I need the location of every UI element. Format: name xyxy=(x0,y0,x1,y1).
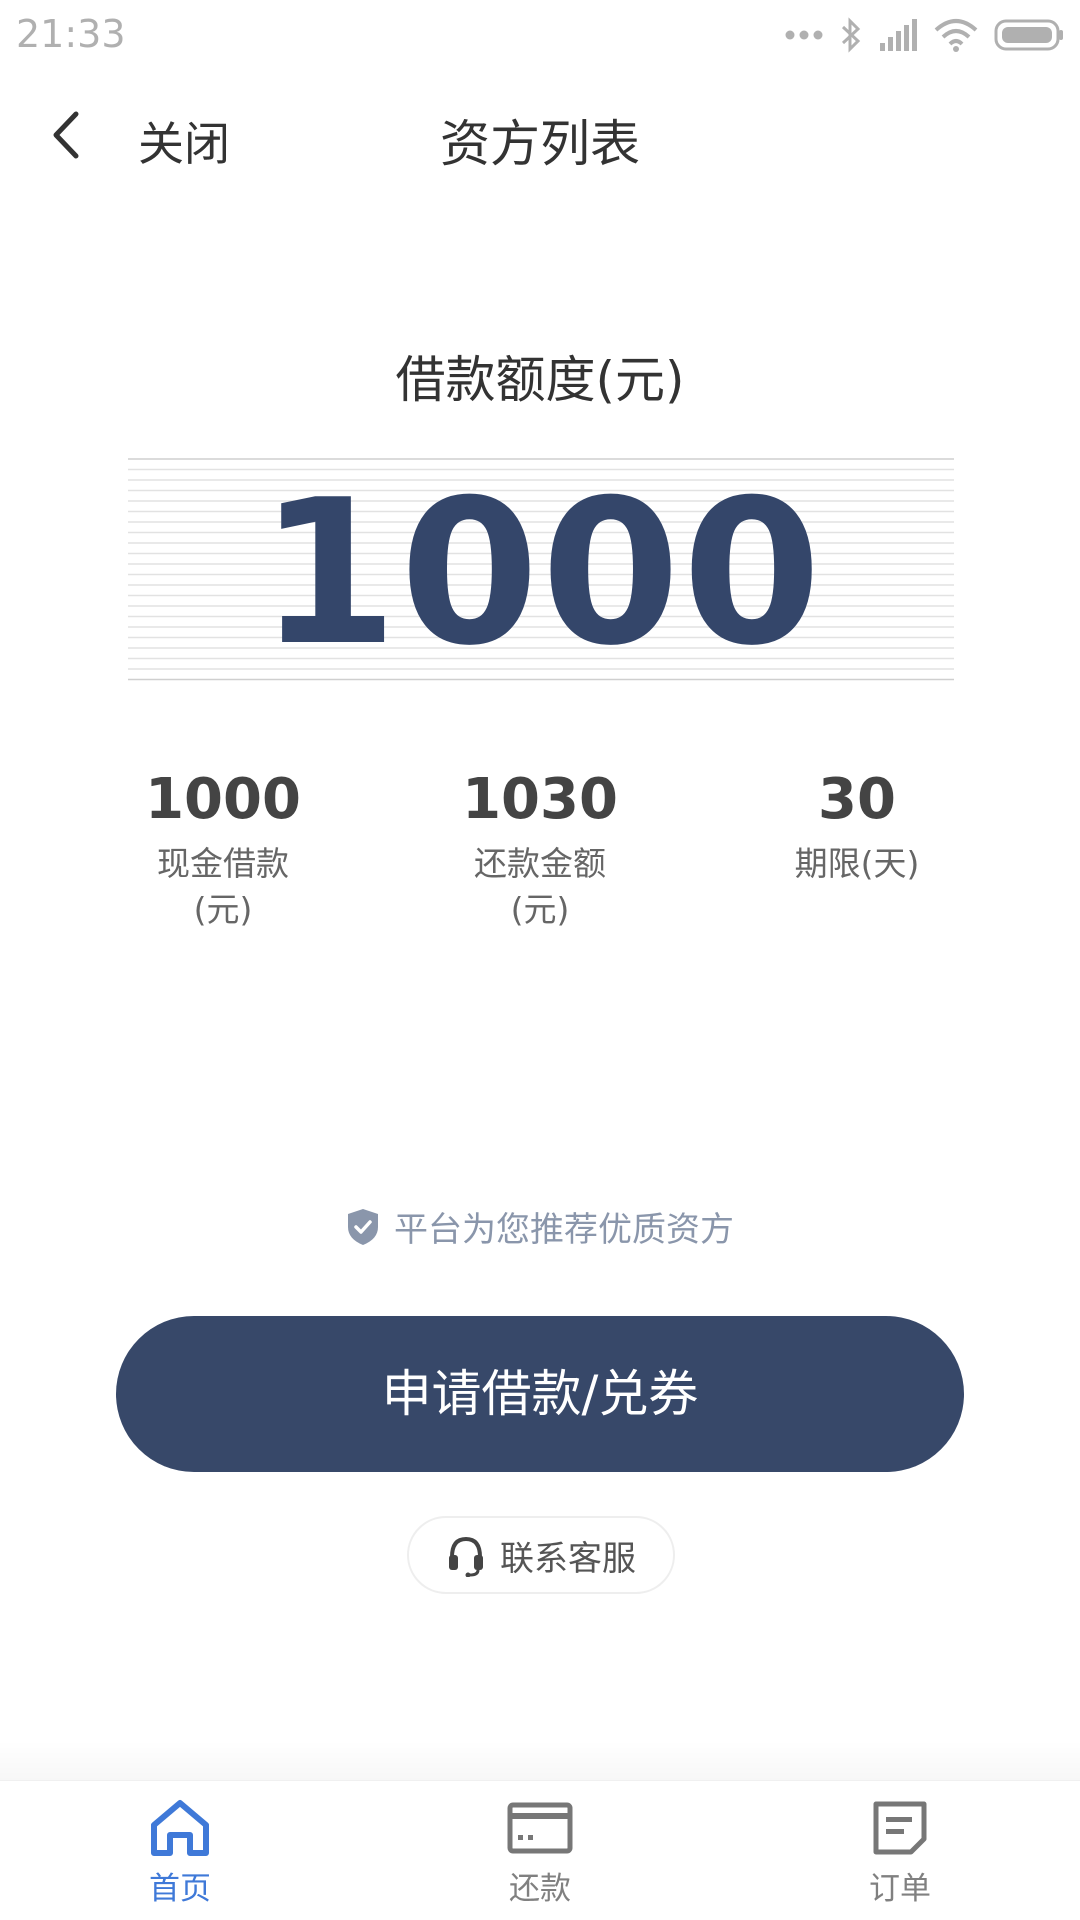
shield-check-icon xyxy=(348,1208,378,1245)
recommendation-note: 平台为您推荐优质资方 xyxy=(0,1202,1080,1251)
battery-icon xyxy=(994,19,1063,51)
status-time: 21:33 xyxy=(16,12,126,56)
stat-label-line: 还款金额 xyxy=(474,844,606,883)
card-icon xyxy=(507,1802,573,1854)
stat-label-unit: (元) xyxy=(193,890,253,929)
contact-service-button[interactable]: 联系客服 xyxy=(407,1516,675,1594)
contact-service-label: 联系客服 xyxy=(500,1538,636,1579)
stat-value: 30 xyxy=(818,767,896,832)
tab-bar: 首页 还款 订单 xyxy=(0,1780,1080,1920)
apply-loan-button[interactable]: 申请借款/兑券 xyxy=(116,1316,964,1472)
stat-label: 还款金额 (元) xyxy=(380,841,700,933)
amount-display: 1000 xyxy=(128,457,954,691)
headset-icon xyxy=(449,1536,483,1577)
stat-term: 30 期限(天) xyxy=(697,765,1017,887)
tab-home[interactable]: 首页 xyxy=(80,1799,280,1908)
stat-label-line: 现金借款 xyxy=(157,844,289,883)
stat-value: 1030 xyxy=(462,767,618,832)
page-title: 资方列表 xyxy=(440,115,640,173)
tab-repay[interactable]: 还款 xyxy=(440,1799,640,1908)
wifi-icon xyxy=(934,19,978,52)
home-icon xyxy=(151,1800,209,1856)
stat-label: 现金借款 (元) xyxy=(63,841,383,933)
amount-label: 借款额度(元) xyxy=(395,351,685,409)
tab-bar-shadow xyxy=(0,1740,1080,1780)
stat-label: 期限(天) xyxy=(697,841,1017,887)
tab-label: 还款 xyxy=(509,1871,571,1907)
document-icon xyxy=(873,1801,927,1855)
nav-bar: 关闭 资方列表 xyxy=(0,80,1080,190)
signal-icon xyxy=(880,19,917,51)
stat-cash-loan: 1000 现金借款 (元) xyxy=(63,765,383,933)
stat-value: 1000 xyxy=(145,767,301,832)
page: 21:33 关闭 资方列表 借款额度(元) 1000 1000 现金借款 (元)… xyxy=(0,0,1080,1920)
bluetooth-icon xyxy=(841,17,861,53)
more-dots-icon xyxy=(785,30,823,40)
stat-label-line: 期限(天) xyxy=(794,844,920,883)
tab-label: 订单 xyxy=(869,1871,931,1907)
recommendation-text: 平台为您推荐优质资方 xyxy=(394,1210,734,1250)
stat-repay-amount: 1030 还款金额 (元) xyxy=(380,765,700,933)
amount-value: 1000 xyxy=(258,457,824,690)
stat-label-unit: (元) xyxy=(510,890,570,929)
tab-label: 首页 xyxy=(149,1871,211,1907)
status-icons xyxy=(784,14,1064,56)
tab-orders[interactable]: 订单 xyxy=(800,1799,1000,1908)
status-bar: 21:33 xyxy=(0,0,1080,70)
